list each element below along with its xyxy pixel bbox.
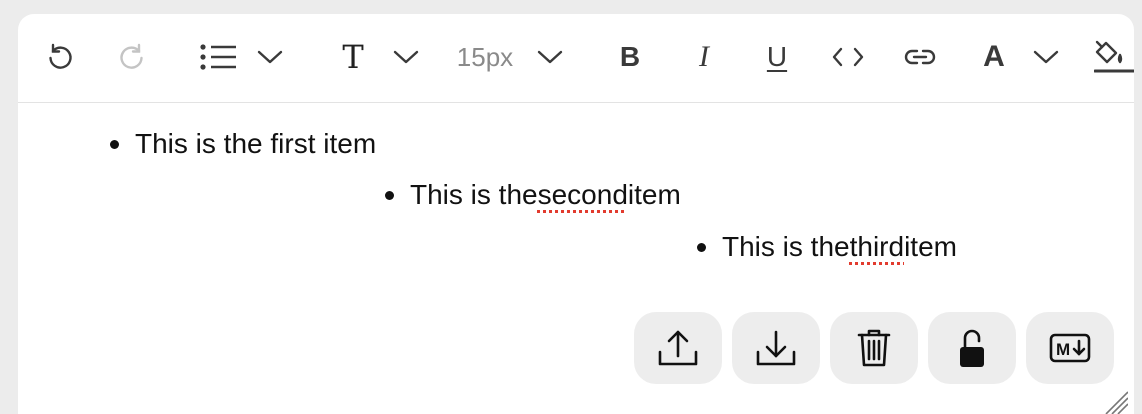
delete-button[interactable] bbox=[830, 312, 918, 384]
trash-icon bbox=[857, 329, 891, 367]
chevron-down-icon bbox=[1033, 50, 1059, 64]
underline-label: U bbox=[766, 41, 788, 72]
bold-label: B bbox=[619, 41, 641, 72]
resize-handle[interactable] bbox=[1102, 388, 1128, 414]
spellcheck-word[interactable]: third bbox=[850, 231, 904, 263]
lock-button[interactable] bbox=[928, 312, 1016, 384]
svg-text:M: M bbox=[1056, 340, 1070, 359]
font-color-button[interactable]: A bbox=[980, 36, 1008, 78]
list-style-dropdown[interactable] bbox=[254, 36, 286, 78]
list-item-text: item bbox=[904, 231, 957, 262]
bullet bbox=[110, 139, 119, 149]
bullet bbox=[697, 242, 706, 252]
markdown-icon: M bbox=[1049, 333, 1091, 363]
list-item: This is the third item bbox=[697, 231, 957, 263]
code-icon bbox=[832, 47, 864, 67]
spellcheck-word[interactable]: second bbox=[538, 179, 628, 211]
underline-button[interactable]: U bbox=[762, 36, 792, 78]
text-style-dropdown[interactable] bbox=[390, 36, 422, 78]
code-button[interactable] bbox=[830, 36, 866, 78]
background-color-button[interactable] bbox=[1094, 36, 1134, 78]
text-style-button[interactable]: T bbox=[338, 36, 368, 78]
upload-button[interactable] bbox=[634, 312, 722, 384]
download-button[interactable] bbox=[732, 312, 820, 384]
list-item: This is the first item bbox=[110, 128, 376, 160]
toolbar: T 15px B I U A bbox=[18, 14, 1134, 103]
text-style-label: T bbox=[342, 38, 364, 76]
list-item-text: This is the first item bbox=[135, 128, 377, 159]
chevron-down-icon bbox=[537, 50, 563, 64]
list-item-text: This is the bbox=[722, 231, 850, 262]
list-style-button[interactable] bbox=[198, 36, 238, 78]
download-icon bbox=[756, 330, 796, 366]
undo-icon bbox=[49, 43, 72, 69]
link-button[interactable] bbox=[902, 36, 938, 78]
upload-icon bbox=[658, 330, 698, 366]
link-icon bbox=[904, 49, 936, 65]
list-item-text: item bbox=[627, 179, 681, 210]
paint-bucket-icon bbox=[1094, 40, 1134, 73]
chevron-down-icon bbox=[257, 50, 283, 64]
font-size-dropdown[interactable] bbox=[534, 36, 566, 78]
undo-button[interactable] bbox=[42, 36, 78, 78]
font-color-label: A bbox=[983, 40, 1005, 73]
font-color-dropdown[interactable] bbox=[1030, 36, 1062, 78]
redo-button[interactable] bbox=[114, 36, 150, 78]
lock-icon bbox=[960, 329, 984, 367]
list-item: This is the second item bbox=[385, 179, 681, 211]
bold-button[interactable]: B bbox=[616, 36, 644, 78]
editor-window: T 15px B I U A This is the first item Th… bbox=[18, 14, 1134, 414]
italic-label: I bbox=[699, 40, 709, 73]
bullet bbox=[385, 190, 394, 200]
chevron-down-icon bbox=[393, 50, 419, 64]
markdown-button[interactable]: M bbox=[1026, 312, 1114, 384]
font-size-value: 15px bbox=[456, 41, 514, 72]
redo-icon bbox=[120, 43, 143, 69]
font-size-select[interactable]: 15px bbox=[452, 36, 518, 78]
list-icon bbox=[200, 44, 236, 70]
list-item-text: This is the bbox=[410, 179, 538, 210]
italic-button[interactable]: I bbox=[692, 36, 716, 78]
